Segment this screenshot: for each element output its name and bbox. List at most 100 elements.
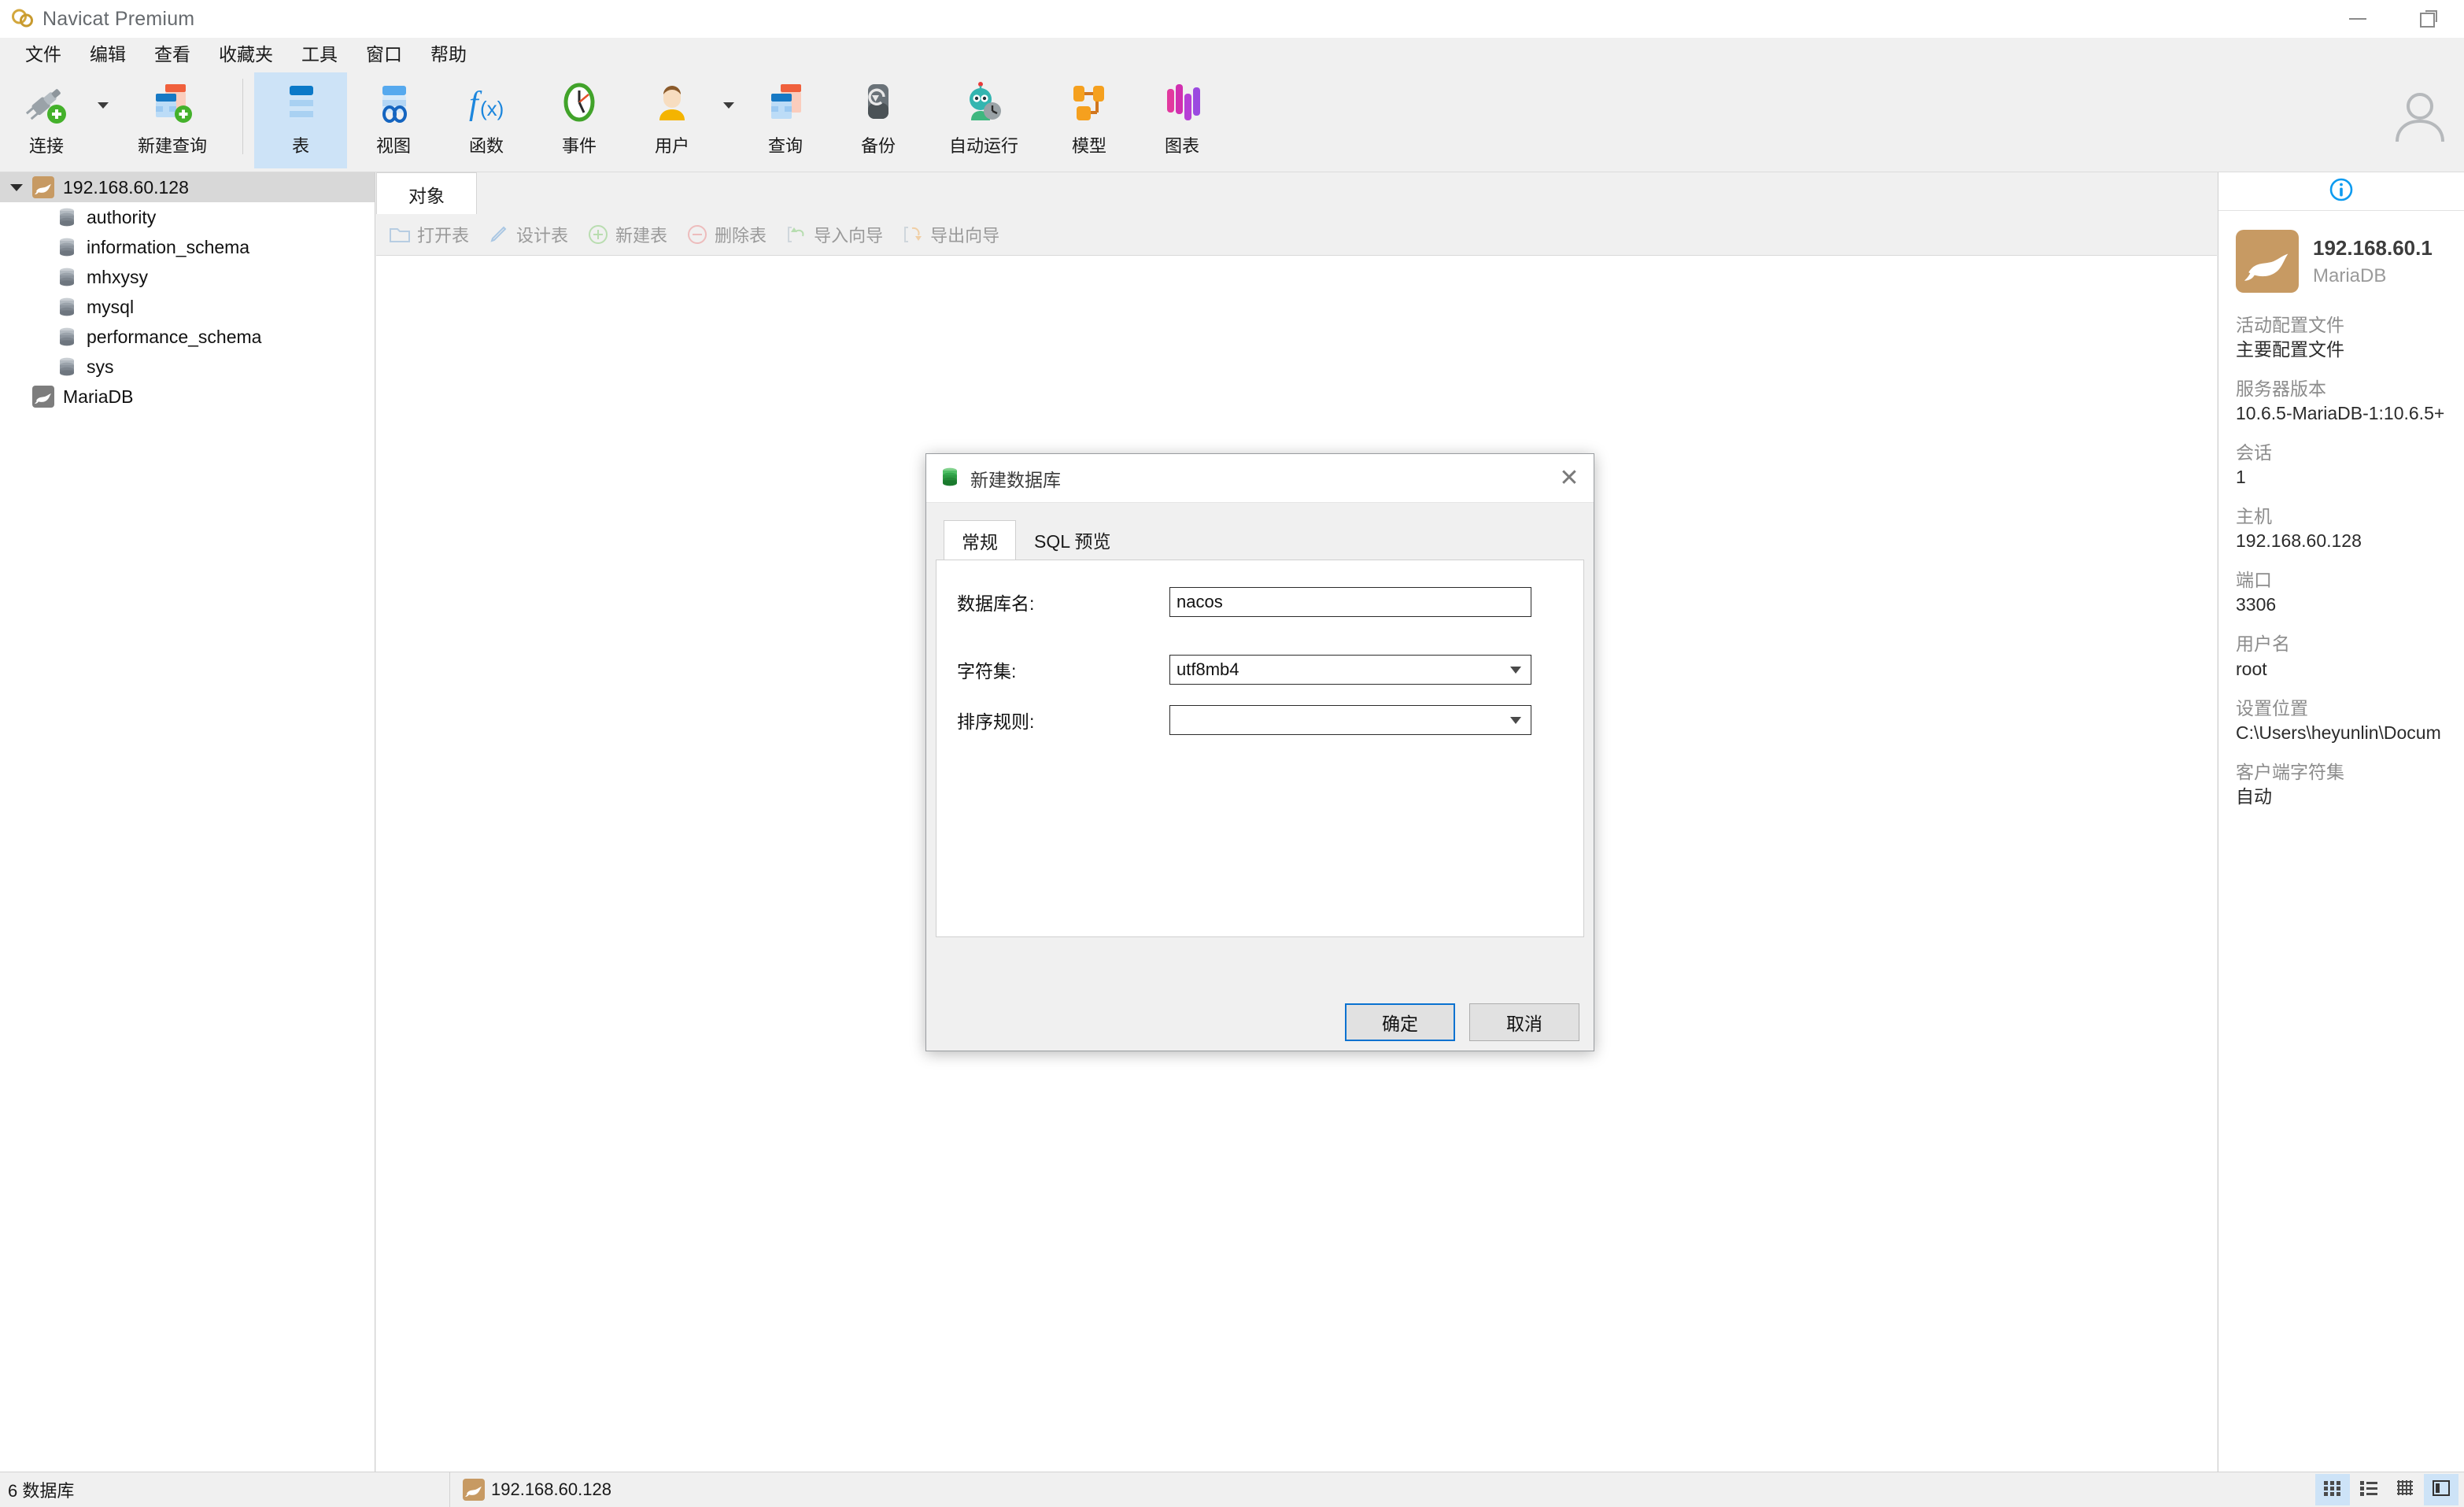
toolbar-separator [242,79,243,154]
toolbar-button-user[interactable]: 用户 [626,72,719,168]
toolbar-button-new-query[interactable]: 新建查询 [113,72,231,168]
table-icon [279,79,323,127]
open-table-button[interactable]: 打开表 [387,222,469,247]
database-icon [52,297,82,317]
tree-item-database[interactable]: mhxysy [0,262,375,292]
navicat-logo-icon [9,6,36,32]
tree-label-database: mhxysy [87,266,148,287]
tree-item-database[interactable]: authority [0,202,375,232]
toggle-info-panel-button[interactable] [2424,1474,2458,1505]
new-table-button[interactable]: 新建表 [586,222,667,247]
restore-icon [2420,10,2437,28]
toolbar-button-automation[interactable]: 自动运行 [925,72,1043,168]
toolbar-label-user: 用户 [654,136,689,156]
dialog-tab-general[interactable]: 常规 [944,520,1016,560]
menu-file[interactable]: 文件 [11,42,76,67]
info-value: C:\Users\heyunlin\Docum [2236,722,2441,743]
mariadb-seal-icon [28,176,58,198]
menu-favorites[interactable]: 收藏夹 [205,42,287,67]
menu-bar: 文件 编辑 查看 收藏夹 工具 窗口 帮助 [0,38,2464,71]
user-dropdown-caret[interactable] [719,71,739,167]
info-key: 设置位置 [2236,697,2308,718]
toolbar-label-function: 函数 [468,136,504,156]
form-row-collation: 排序规则: [957,705,1560,735]
new-table-plus-icon [586,222,611,247]
restore-button[interactable] [2393,0,2464,38]
menu-help[interactable]: 帮助 [416,42,481,67]
collation-select[interactable] [1169,705,1531,735]
toolbar-label-backup: 备份 [860,136,896,156]
detail-view-button[interactable] [2388,1474,2422,1505]
ok-button[interactable]: 确定 [1345,1003,1455,1041]
dialog-footer: 确定 取消 [926,994,1594,1051]
open-table-folder-icon [387,222,412,247]
toolbar-button-model[interactable]: 模型 [1043,72,1136,168]
minimize-button[interactable] [2322,0,2393,38]
user-avatar-icon[interactable] [2390,85,2450,145]
mariadb-seal-icon [2236,230,2299,293]
expand-collapse-arrow-icon[interactable] [5,183,28,191]
charset-label: 字符集: [957,661,1017,681]
dialog-tab-sql-preview[interactable]: SQL 预览 [1016,520,1129,560]
connection-tree-sidebar[interactable]: 192.168.60.128 authority information_sch… [0,172,375,1472]
info-key: 会话 [2236,442,2272,464]
chart-icon [1160,79,1204,127]
navicat-window: Navicat Premium 文件 编辑 查看 收藏夹 工具 窗口 帮助 连接… [0,0,2464,1507]
delete-table-button[interactable]: 删除表 [685,222,767,247]
close-icon[interactable]: ✕ [1545,454,1594,503]
list-view-button[interactable] [2351,1474,2386,1505]
toolbar-button-table[interactable]: 表 [254,72,347,168]
export-wizard-button[interactable]: 导出向导 [900,222,999,247]
toolbar-button-chart[interactable]: 图表 [1136,72,1228,168]
info-field-port: 端口 3306 [2236,568,2464,617]
new-query-icon [148,79,197,127]
info-value: 192.168.60.128 [2236,530,2362,552]
tab-objects[interactable]: 对象 [376,172,477,215]
info-key: 客户端字符集 [2236,761,2344,782]
toolbar-button-connection[interactable]: 连接 [0,72,93,168]
status-bar: 6 数据库 192.168.60.128 [0,1472,2464,1507]
database-icon [52,207,82,227]
info-circle-icon[interactable] [2329,177,2354,206]
tree-item-database[interactable]: information_schema [0,232,375,262]
database-icon [52,327,82,347]
menu-tools[interactable]: 工具 [287,42,352,67]
toolbar-button-backup[interactable]: 备份 [832,72,925,168]
info-panel: 192.168.60.1 MariaDB 活动配置文件 主要配置文件 服务器版本… [2218,172,2464,1472]
info-field-server-version: 服务器版本 10.6.5-MariaDB-1:10.6.5+ [2236,377,2464,426]
new-table-label: 新建表 [615,226,668,246]
menu-view[interactable]: 查看 [140,42,205,67]
menu-edit[interactable]: 编辑 [76,42,140,67]
chevron-down-icon [98,102,109,109]
toolbar-label-table: 表 [291,136,309,156]
automation-robot-icon [962,79,1006,127]
tree-item-database[interactable]: sys [0,352,375,382]
toolbar-button-query[interactable]: 查询 [739,72,832,168]
connection-dropdown-caret[interactable] [93,71,113,167]
menu-window[interactable]: 窗口 [352,42,416,67]
toolbar-label-query: 查询 [767,136,803,156]
dialog-title-bar: 新建数据库 ✕ [926,454,1594,503]
tree-item-database[interactable]: mysql [0,292,375,322]
info-key: 主机 [2236,506,2272,527]
import-wizard-label: 导入向导 [814,226,884,246]
export-wizard-icon [900,222,925,247]
tree-item-connection-mariadb[interactable]: MariaDB [0,382,375,412]
toolbar-button-event[interactable]: 事件 [533,72,626,168]
event-clock-icon [557,79,601,127]
toolbar-button-function[interactable]: f (x) 函数 [440,72,533,168]
import-wizard-button[interactable]: 导入向导 [784,222,883,247]
dialog-general-pane: 数据库名: nacos 字符集: utf8mb4 排序规则: [936,560,1584,937]
tree-item-connection[interactable]: 192.168.60.128 [0,172,375,202]
database-name-input[interactable]: nacos [1169,587,1531,617]
info-value: 主要配置文件 [2236,339,2344,360]
tree-item-database[interactable]: performance_schema [0,322,375,352]
info-field-sessions: 会话 1 [2236,441,2464,489]
toolbar-label-automation: 自动运行 [948,136,1018,156]
charset-select[interactable]: utf8mb4 [1169,655,1531,685]
chevron-down-icon [1510,716,1521,724]
cancel-button[interactable]: 取消 [1469,1003,1579,1041]
design-table-button[interactable]: 设计表 [486,222,568,247]
grid-view-button[interactable] [2315,1474,2350,1505]
toolbar-button-view[interactable]: 视图 [347,72,440,168]
